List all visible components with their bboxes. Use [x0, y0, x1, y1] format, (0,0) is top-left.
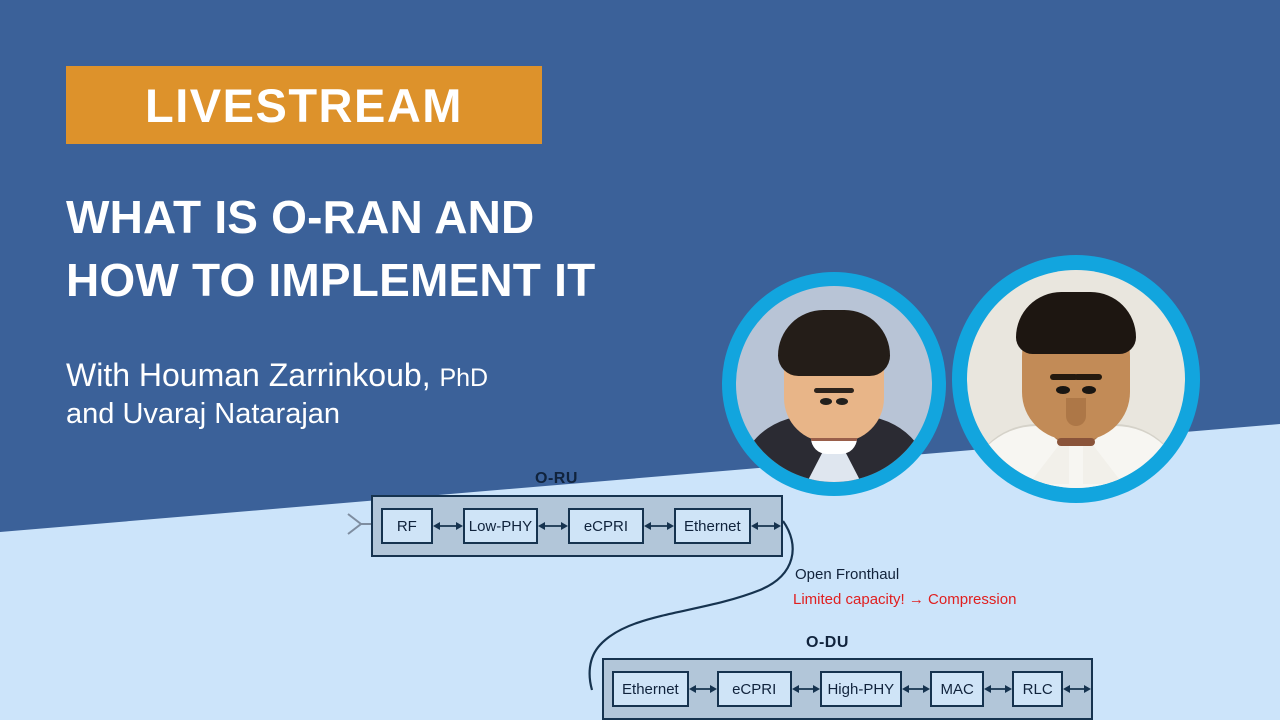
avatar-photo-2 [967, 270, 1185, 488]
avatar-2-nose [1066, 398, 1086, 426]
avatar-2-mouth [1057, 438, 1095, 446]
avatar-1-eye-left [820, 398, 832, 405]
avatar-2-brow-right [1074, 374, 1102, 380]
annotation-open-fronthaul: Open Fronthaul [795, 566, 900, 583]
avatar-2-eye-right [1082, 386, 1096, 394]
avatar-2-hair [1016, 292, 1136, 354]
slide-canvas: LIVESTREAM WHAT IS O-RAN AND HOW TO IMPL… [0, 0, 1280, 720]
avatar-1-brow-right [830, 388, 854, 393]
avatar-houman-zarrinkoub [722, 272, 946, 496]
annotation-limited-capacity: Limited capacity! → Compression [793, 591, 1017, 608]
avatar-photo-1 [736, 286, 932, 482]
avatar-2-eye-left [1056, 386, 1070, 394]
avatar-1-hair [778, 310, 890, 376]
avatar-uvaraj-natarajan [952, 255, 1200, 503]
avatar-1-eye-right [836, 398, 848, 405]
